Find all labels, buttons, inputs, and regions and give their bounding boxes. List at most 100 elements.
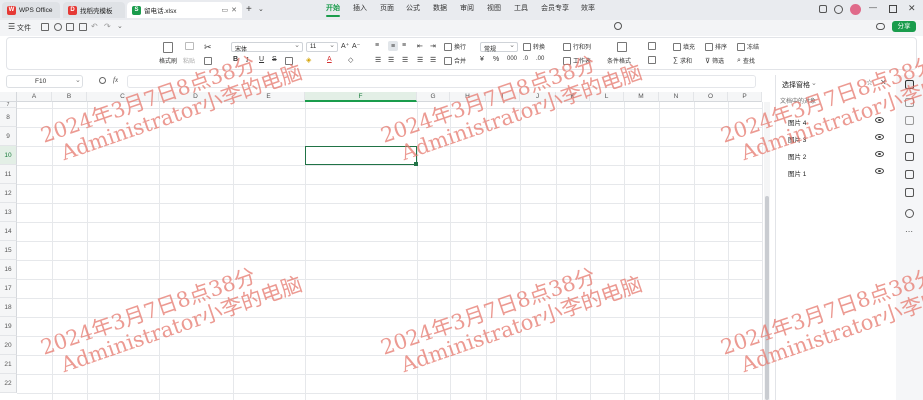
column-header[interactable]: G — [417, 92, 450, 102]
picture-tools-icon[interactable] — [905, 134, 914, 143]
eye-icon[interactable] — [875, 117, 884, 123]
row-header[interactable]: 11 — [0, 165, 17, 184]
row-header[interactable]: 22 — [0, 374, 17, 393]
menu-page[interactable]: 页面 — [380, 3, 394, 13]
pin-icon[interactable]: ☆ — [866, 78, 873, 87]
fx-icon[interactable]: fx — [113, 76, 118, 84]
fill-color-icon[interactable]: ◈ — [306, 56, 311, 64]
chart-tools-icon[interactable] — [905, 152, 914, 161]
column-header[interactable]: J — [520, 92, 556, 102]
indent-increase-icon[interactable]: ⇥ — [430, 42, 436, 50]
paste-button[interactable]: 粘贴 — [183, 56, 195, 65]
column-header[interactable]: C — [87, 92, 159, 102]
row-header[interactable]: 19 — [0, 317, 17, 336]
name-box-chevron-icon[interactable]: ⌄ — [75, 76, 81, 84]
list-item[interactable]: 图片 1 — [780, 165, 886, 179]
copy-icon[interactable] — [204, 57, 212, 65]
clear-format-icon[interactable]: ◇ — [348, 56, 353, 64]
cell-style-icon[interactable] — [648, 42, 656, 50]
menu-tools[interactable]: 工具 — [514, 3, 528, 13]
menu-efficiency[interactable]: 效率 — [581, 3, 595, 13]
new-file-icon[interactable] — [41, 23, 49, 31]
freeze-button[interactable]: 冻结 — [737, 42, 759, 51]
scrollbar-thumb[interactable] — [765, 196, 769, 400]
name-box[interactable]: F10 — [6, 75, 83, 88]
underline-icon[interactable]: U — [259, 56, 264, 63]
eye-icon[interactable] — [875, 168, 884, 174]
column-header[interactable]: A — [17, 92, 52, 102]
font-color-icon[interactable]: A — [327, 56, 332, 63]
cut-icon[interactable]: ✂ — [204, 42, 212, 53]
tab-list-chevron-icon[interactable]: ⌄ — [258, 5, 264, 13]
quick-access-chevron-icon[interactable]: ⌄ — [117, 22, 123, 30]
convert-button[interactable]: 转换 — [523, 42, 545, 51]
align-right-icon[interactable]: ☰ — [402, 56, 408, 64]
row-header[interactable]: 13 — [0, 203, 17, 222]
align-left-icon[interactable]: ☰ — [375, 56, 381, 64]
search-icon[interactable] — [614, 22, 622, 30]
tab-template[interactable]: D 找稻壳模板 — [63, 2, 125, 18]
sum-button[interactable]: ∑ 求和 — [673, 56, 692, 65]
menu-view[interactable]: 视图 — [487, 3, 501, 13]
fill-button[interactable]: 填充 — [673, 42, 695, 51]
column-header[interactable]: N — [659, 92, 694, 102]
row-header[interactable]: 20 — [0, 336, 17, 355]
align-bottom-icon[interactable]: ≡ — [402, 42, 406, 49]
thousands-icon[interactable]: 000 — [507, 56, 517, 62]
find-button[interactable]: ⌕ 查找 — [737, 56, 755, 66]
formula-input[interactable] — [127, 75, 756, 88]
row-header[interactable]: 9 — [0, 127, 17, 146]
hamburger-menu-icon[interactable]: ☰ — [8, 22, 15, 31]
menu-insert[interactable]: 插入 — [353, 3, 367, 13]
column-header[interactable]: L — [590, 92, 624, 102]
shrink-font-icon[interactable]: A⁻ — [352, 42, 360, 50]
font-family-select[interactable]: 宋体 — [231, 41, 303, 53]
column-header[interactable]: B — [52, 92, 87, 102]
distribute-icon[interactable]: ☰ — [430, 56, 436, 64]
row-header[interactable]: 17 — [0, 279, 17, 298]
download-icon[interactable] — [905, 188, 914, 197]
column-header-selected[interactable]: F — [305, 92, 417, 102]
format-painter-button[interactable]: 格式刷 — [159, 56, 177, 65]
close-pane-icon[interactable]: ✕ — [880, 78, 887, 87]
justify-icon[interactable]: ☰ — [417, 56, 423, 64]
table-style-icon[interactable] — [648, 56, 656, 64]
sort-button[interactable]: 排序 — [705, 42, 727, 51]
share-button[interactable]: 分享 — [892, 21, 916, 32]
row-header-selected[interactable]: 10 — [0, 146, 17, 165]
tab-spreadsheet[interactable]: S 留电话.xlsx ▭ ✕ — [127, 2, 242, 18]
new-tab-icon[interactable]: + — [246, 4, 252, 15]
font-size-select[interactable]: 11 — [306, 41, 338, 52]
merge-button[interactable]: 合并 — [444, 56, 466, 65]
cloud-icon[interactable] — [876, 23, 885, 30]
bold-icon[interactable]: B — [233, 56, 238, 63]
column-header[interactable]: D — [159, 92, 233, 102]
column-header[interactable]: M — [624, 92, 659, 102]
restore-window-icon[interactable]: ▭ — [222, 6, 229, 14]
maximize-icon[interactable] — [889, 5, 897, 13]
close-window-icon[interactable]: ✕ — [908, 3, 916, 14]
list-item[interactable]: 图片 4 — [780, 114, 886, 128]
align-middle-icon[interactable]: ≡ — [388, 41, 398, 51]
column-header[interactable]: I — [486, 92, 520, 102]
conditional-format-button[interactable]: 条件格式 — [607, 56, 631, 65]
search-doc-icon[interactable] — [54, 23, 62, 31]
fill-handle[interactable] — [414, 162, 418, 166]
menu-file[interactable]: 文件 — [17, 23, 31, 33]
help-icon[interactable] — [905, 209, 914, 218]
select-pane-icon[interactable] — [905, 80, 914, 89]
align-top-icon[interactable]: ≡ — [375, 42, 379, 49]
currency-icon[interactable]: ¥ — [480, 56, 484, 63]
menu-data[interactable]: 数据 — [433, 3, 447, 13]
increase-decimal-icon[interactable]: .0 — [523, 56, 528, 62]
italic-icon[interactable]: I — [246, 56, 248, 64]
menu-formula[interactable]: 公式 — [406, 3, 420, 13]
redo-icon[interactable]: ↷ — [104, 22, 111, 31]
column-header[interactable]: H — [450, 92, 486, 102]
list-item[interactable]: 图片 2 — [780, 148, 886, 162]
crop-icon[interactable] — [905, 170, 914, 179]
active-cell[interactable] — [305, 146, 417, 165]
worksheet-button[interactable]: 工作表 — [563, 56, 591, 65]
align-center-icon[interactable]: ☰ — [388, 56, 394, 64]
menu-member[interactable]: 会员专享 — [541, 3, 569, 13]
